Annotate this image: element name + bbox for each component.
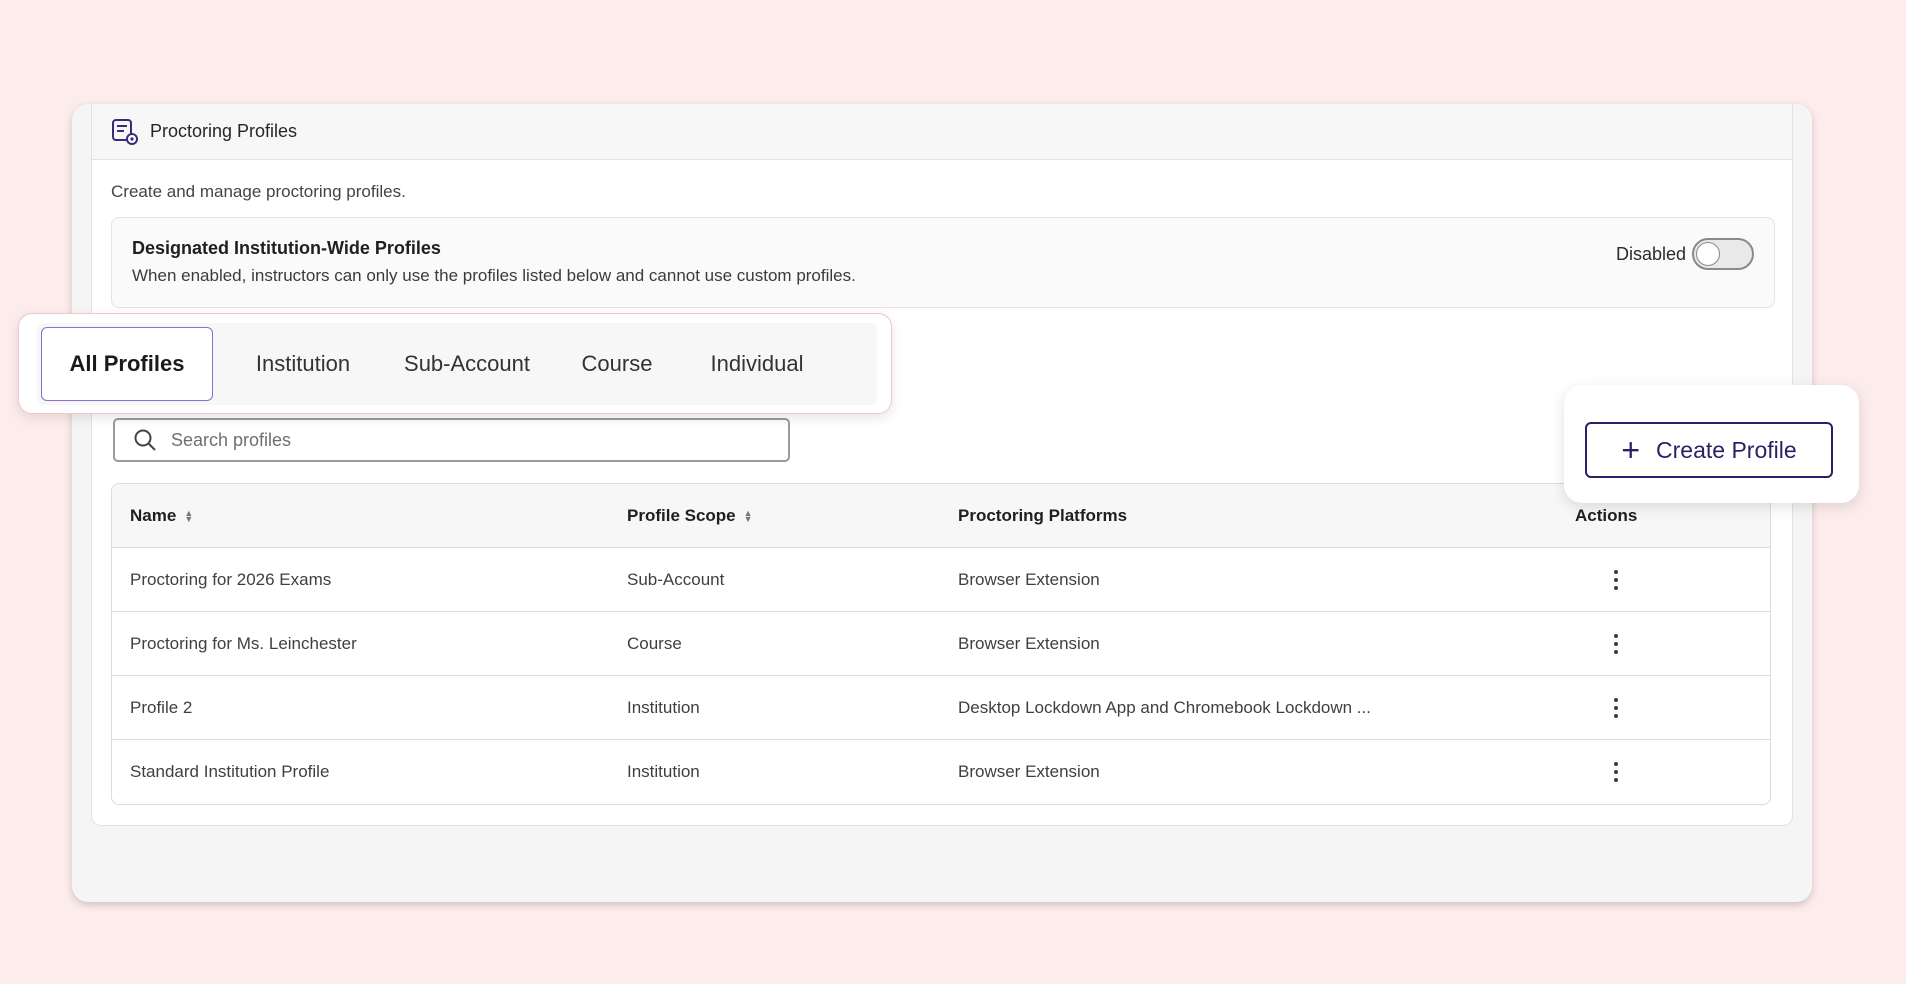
profile-tabs: All Profiles Institution Sub-Account Cou… <box>37 323 877 405</box>
tabs-callout: All Profiles Institution Sub-Account Cou… <box>18 313 892 414</box>
proctoring-panel: Proctoring Profiles Create and manage pr… <box>91 104 1793 826</box>
designated-title: Designated Institution-Wide Profiles <box>132 238 441 258</box>
toggle-status-label: Disabled <box>1615 243 1686 264</box>
row-name: Standard Institution Profile <box>130 762 330 781</box>
row-platforms: Browser Extension <box>958 570 1100 589</box>
more-actions-icon[interactable] <box>1604 568 1628 592</box>
row-platforms: Browser Extension <box>958 762 1100 781</box>
header-name-label: Name <box>130 506 177 525</box>
plus-icon: + <box>1621 432 1641 468</box>
search-icon <box>134 429 156 451</box>
more-actions-icon[interactable] <box>1604 696 1628 720</box>
more-actions-icon[interactable] <box>1604 632 1628 656</box>
designated-subtitle: When enabled, instructors can only use t… <box>132 266 856 285</box>
search-input[interactable] <box>171 429 731 451</box>
toggle-knob <box>1696 242 1720 266</box>
sort-icon: ▲ ▼ <box>743 508 753 524</box>
header-platforms: Proctoring Platforms <box>958 506 1128 525</box>
row-scope: Course <box>627 634 682 653</box>
page-description: Create and manage proctoring profiles. <box>111 182 406 201</box>
table-row: Proctoring for Ms. Leinchester Course Br… <box>112 612 1770 676</box>
tab-individual[interactable]: Individual <box>689 328 825 400</box>
table-row: Profile 2 Institution Desktop Lockdown A… <box>112 676 1770 740</box>
row-platforms: Browser Extension <box>958 634 1100 653</box>
proctoring-card: Proctoring Profiles Create and manage pr… <box>72 104 1812 902</box>
row-name: Profile 2 <box>130 698 193 717</box>
tab-institution[interactable]: Institution <box>237 328 369 400</box>
table-row: Proctoring for 2026 Exams Sub-Account Br… <box>112 548 1770 612</box>
table-row: Standard Institution Profile Institution… <box>112 740 1770 804</box>
header-scope[interactable]: Profile Scope ▲ ▼ <box>627 484 753 548</box>
designated-profiles-box: Designated Institution-Wide Profiles Whe… <box>111 217 1775 308</box>
header-scope-label: Profile Scope <box>627 506 736 525</box>
row-name: Proctoring for 2026 Exams <box>130 570 332 589</box>
header-name[interactable]: Name ▲ ▼ <box>130 484 193 548</box>
profiles-table: Name ▲ ▼ Profile Scope ▲ ▼ Proctoring Plat… <box>111 483 1771 805</box>
designated-toggle-group: Disabled <box>1616 238 1754 270</box>
search-box <box>113 418 790 462</box>
create-profile-label: Create Profile <box>1656 436 1797 463</box>
tab-sub-account[interactable]: Sub-Account <box>387 328 547 400</box>
row-scope: Institution <box>627 698 700 717</box>
create-profile-button[interactable]: + Create Profile <box>1585 422 1833 478</box>
document-settings-icon <box>110 117 140 147</box>
sort-icon: ▲ ▼ <box>184 508 194 524</box>
tab-course[interactable]: Course <box>567 328 667 400</box>
row-platforms: Desktop Lockdown App and Chromebook Lock… <box>958 698 1371 717</box>
row-scope: Institution <box>627 762 700 781</box>
row-scope: Sub-Account <box>627 570 725 589</box>
designated-toggle[interactable] <box>1692 238 1754 270</box>
panel-header: Proctoring Profiles <box>92 104 1792 160</box>
page-title: Proctoring Profiles <box>150 121 298 141</box>
create-profile-callout: + Create Profile <box>1564 385 1859 503</box>
more-actions-icon[interactable] <box>1604 760 1628 784</box>
row-name: Proctoring for Ms. Leinchester <box>130 634 357 653</box>
tab-all-profiles[interactable]: All Profiles <box>41 327 213 401</box>
table-header: Name ▲ ▼ Profile Scope ▲ ▼ Proctoring Plat… <box>112 484 1770 548</box>
